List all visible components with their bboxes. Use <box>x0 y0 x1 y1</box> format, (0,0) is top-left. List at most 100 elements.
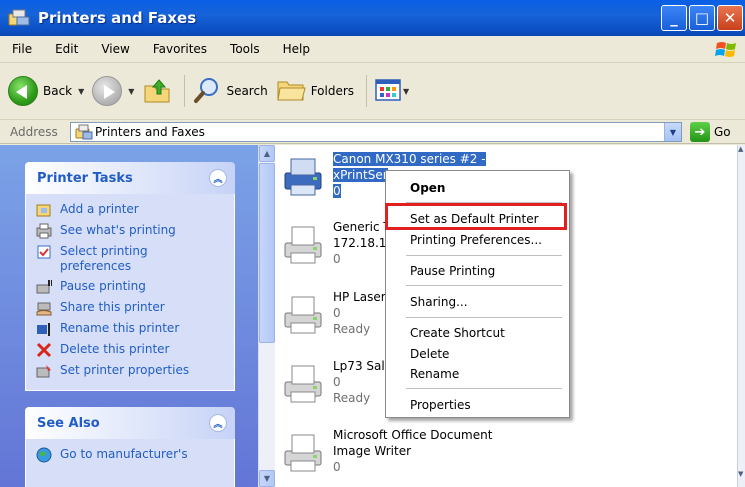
address-input[interactable]: Printers and Faxes ▼ <box>70 122 682 142</box>
see-also-body: Go to manufacturer's <box>25 439 235 487</box>
go-arrow-icon: ➔ <box>690 122 710 142</box>
minimize-button[interactable]: _ <box>661 5 687 31</box>
default-printer-icon <box>279 151 327 199</box>
delete-x-icon <box>36 342 52 358</box>
forward-dropdown-icon[interactable]: ▼ <box>128 87 134 96</box>
printer-name-line1: Microsoft Office Document <box>333 428 493 442</box>
printers-folder-icon <box>8 8 30 28</box>
scroll-down-arrow-icon[interactable]: ▼ <box>738 470 745 487</box>
printer-docs-count: 0 <box>333 460 341 474</box>
back-arrow-icon <box>8 76 38 106</box>
task-label: Add a printer <box>60 202 139 216</box>
menu-edit[interactable]: Edit <box>43 42 89 56</box>
see-also-header[interactable]: See Also ︽ <box>25 407 235 439</box>
ctx-separator <box>406 285 562 286</box>
printer-item-ms-office[interactable]: Microsoft Office Document Image Writer 0 <box>275 425 605 487</box>
task-select-preferences[interactable]: Select printing preferences <box>36 244 234 274</box>
maximize-button[interactable]: □ <box>689 5 715 31</box>
ctx-sharing[interactable]: Sharing... <box>410 295 468 309</box>
globe-icon <box>36 447 52 463</box>
rename-icon <box>36 321 52 337</box>
see-also-panel: See Also ︽ Go to manufacturer's <box>25 407 235 487</box>
folders-icon <box>276 76 306 107</box>
task-share-printer[interactable]: Share this printer <box>36 300 234 316</box>
task-manufacturer-site[interactable]: Go to manufacturer's <box>36 447 234 463</box>
printer-name-line1: Lp73 Sal <box>333 359 385 373</box>
task-pane: Printer Tasks ︽ Add a printer See what's… <box>0 145 258 487</box>
address-value: Printers and Faxes <box>95 125 205 139</box>
printer-name-line2: 172.18.1 <box>333 236 387 250</box>
menu-view[interactable]: View <box>89 42 140 56</box>
task-pause-printing[interactable]: Pause printing <box>36 279 234 295</box>
folders-button[interactable]: Folders <box>276 71 354 111</box>
windows-logo-icon <box>713 39 741 61</box>
go-button[interactable]: ➔ Go <box>690 122 731 142</box>
printer-docs-count: 0 <box>333 306 341 320</box>
scroll-thumb[interactable] <box>259 163 275 343</box>
printer-docs-count: 0 <box>333 184 341 198</box>
task-see-printing[interactable]: See what's printing <box>36 223 234 239</box>
task-label: Rename this printer <box>60 321 180 335</box>
task-label: See what's printing <box>60 223 176 237</box>
task-rename-printer[interactable]: Rename this printer <box>36 321 234 337</box>
printer-icon <box>279 358 327 406</box>
search-icon <box>193 76 221 107</box>
print-queue-icon <box>36 223 52 239</box>
forward-button[interactable]: ▼ <box>92 71 134 111</box>
printer-name-line1: Generic T <box>333 220 391 234</box>
ctx-rename[interactable]: Rename <box>410 367 459 381</box>
toolbar: Back ▼ ▼ Search Folders ▼ <box>0 63 745 120</box>
ctx-delete[interactable]: Delete <box>410 347 449 361</box>
menu-file[interactable]: File <box>0 42 43 56</box>
search-button[interactable]: Search <box>193 71 268 111</box>
address-dropdown-button[interactable]: ▼ <box>664 123 681 141</box>
back-label: Back <box>43 84 73 98</box>
printer-name-line2: xPrintSer <box>333 168 388 182</box>
views-icon <box>375 78 401 105</box>
ctx-separator <box>406 317 562 318</box>
task-add-printer[interactable]: Add a printer <box>36 202 234 218</box>
menu-favorites[interactable]: Favorites <box>141 42 218 56</box>
printer-status: Ready <box>333 322 371 336</box>
printer-icon <box>279 289 327 337</box>
collapse-chevron-icon[interactable]: ︽ <box>209 414 227 432</box>
printer-tasks-header[interactable]: Printer Tasks ︽ <box>25 162 235 194</box>
maximize-icon: □ <box>694 9 710 27</box>
ctx-create-shortcut[interactable]: Create Shortcut <box>410 326 505 340</box>
task-label: Select printing preferences <box>60 244 148 273</box>
printer-docs-count: 0 <box>333 375 341 389</box>
content-scrollbar[interactable]: ▲ ▼ <box>737 145 745 487</box>
scroll-up-button[interactable]: ▲ <box>259 145 275 162</box>
toolbar-separator-2 <box>358 71 375 111</box>
menu-tools[interactable]: Tools <box>218 42 271 56</box>
views-button[interactable]: ▼ <box>375 71 409 111</box>
views-dropdown-icon[interactable]: ▼ <box>403 87 409 96</box>
close-icon: ✕ <box>723 9 737 27</box>
printer-tasks-panel: Printer Tasks ︽ Add a printer See what's… <box>25 162 235 391</box>
back-button[interactable]: Back ▼ <box>8 71 84 111</box>
ctx-open[interactable]: Open <box>410 181 445 195</box>
close-button[interactable]: ✕ <box>717 5 743 31</box>
collapse-chevron-icon[interactable]: ︽ <box>209 169 227 187</box>
scroll-down-button[interactable]: ▼ <box>259 470 275 487</box>
forward-arrow-icon <box>92 76 123 106</box>
window-controls: _ □ ✕ <box>661 5 743 31</box>
printer-tasks-body: Add a printer See what's printing Select… <box>25 194 235 391</box>
task-pane-scrollbar[interactable]: ▲ ▼ <box>258 145 275 487</box>
ctx-pause-printing[interactable]: Pause Printing <box>410 264 495 278</box>
minimize-icon: _ <box>670 9 678 27</box>
back-dropdown-icon[interactable]: ▼ <box>78 87 84 96</box>
task-delete-printer[interactable]: Delete this printer <box>36 342 234 358</box>
ctx-printing-preferences[interactable]: Printing Preferences... <box>410 233 542 247</box>
printer-icon <box>279 427 327 475</box>
scroll-up-arrow-icon[interactable]: ▲ <box>738 145 745 162</box>
title-bar[interactable]: Printers and Faxes _ □ ✕ <box>0 0 745 36</box>
task-set-properties[interactable]: Set printer properties <box>36 363 234 379</box>
menu-help[interactable]: Help <box>271 42 321 56</box>
go-label: Go <box>714 125 731 139</box>
toolbar-separator-1 <box>176 71 193 111</box>
preferences-check-icon <box>36 244 52 260</box>
up-folder-button[interactable] <box>142 71 172 111</box>
ctx-properties[interactable]: Properties <box>410 398 471 412</box>
window-title: Printers and Faxes <box>38 9 197 27</box>
